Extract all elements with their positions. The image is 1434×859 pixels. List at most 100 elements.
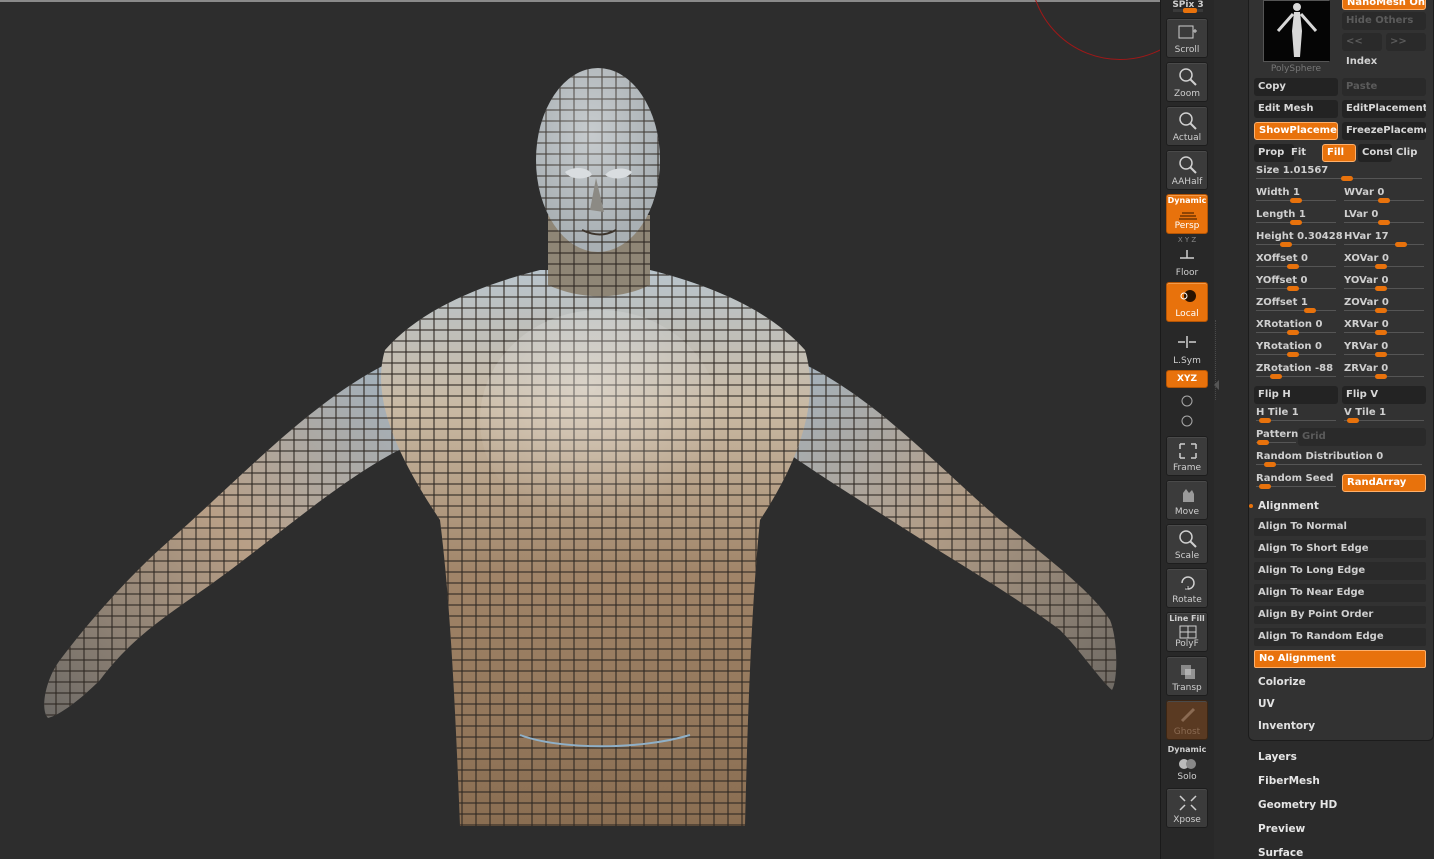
- xpose-button[interactable]: Xpose: [1166, 788, 1208, 828]
- solo-button[interactable]: Dynamic Solo: [1166, 744, 1208, 784]
- rotate-button[interactable]: Rotate: [1166, 568, 1208, 608]
- scale-button[interactable]: Scale: [1166, 524, 1208, 564]
- rotate-z-icon[interactable]: [1179, 413, 1195, 429]
- local-icon: [1180, 290, 1196, 302]
- canvas-viewport[interactable]: [0, 0, 1160, 859]
- pattern-slider[interactable]: Pattern: [1252, 428, 1300, 448]
- frame-button[interactable]: Frame: [1166, 436, 1208, 476]
- aahalf-button[interactable]: AAHalf: [1166, 150, 1208, 190]
- xrvar-slider[interactable]: XRVar 0: [1340, 318, 1426, 338]
- alignment-option[interactable]: Align By Point Order: [1254, 606, 1426, 624]
- polysphere-thumbnail[interactable]: [1263, 0, 1330, 62]
- subpalette-preview[interactable]: Preview: [1258, 823, 1428, 835]
- local-button[interactable]: Local: [1166, 282, 1208, 322]
- hvar-slider[interactable]: HVar 17: [1340, 230, 1426, 250]
- spix-slider[interactable]: [1173, 8, 1203, 13]
- alignment-option[interactable]: Align To Long Edge: [1254, 562, 1426, 580]
- lsym-button[interactable]: L.Sym: [1166, 328, 1208, 368]
- yovar-slider[interactable]: YOVar 0: [1340, 274, 1426, 294]
- collapse-arrow-icon[interactable]: [1214, 380, 1219, 390]
- v-tile-slider[interactable]: V Tile 1: [1340, 406, 1426, 426]
- xrotation-slider[interactable]: XRotation 0: [1252, 318, 1338, 338]
- zovar-label: ZOVar 0: [1344, 297, 1389, 308]
- size-slider[interactable]: Size 1.01567: [1252, 164, 1426, 184]
- next-button[interactable]: >>: [1386, 33, 1426, 51]
- yoffset-slider[interactable]: YOffset 0: [1252, 274, 1338, 294]
- inventory-section[interactable]: Inventory: [1254, 716, 1426, 736]
- v-tile-knob: [1347, 418, 1360, 423]
- subpalette-fibermesh[interactable]: FiberMesh: [1258, 775, 1428, 787]
- zoffset-slider[interactable]: ZOffset 1: [1252, 296, 1338, 316]
- alignment-option[interactable]: Align To Normal: [1254, 518, 1426, 536]
- freeze-placement-button[interactable]: FreezePlacement: [1342, 122, 1426, 140]
- zrvar-knob: [1374, 374, 1387, 379]
- alignment-section-header[interactable]: Alignment: [1249, 496, 1426, 516]
- yrotation-slider[interactable]: YRotation 0: [1252, 340, 1338, 360]
- length-knob: [1290, 220, 1302, 225]
- flip-v-button[interactable]: Flip V: [1342, 386, 1426, 404]
- uv-section[interactable]: UV: [1254, 694, 1426, 714]
- yoffset-label: YOffset 0: [1256, 275, 1308, 286]
- random-distribution-slider[interactable]: Random Distribution 0: [1252, 450, 1426, 470]
- floor-button[interactable]: Floor: [1166, 240, 1208, 280]
- no-alignment-option[interactable]: No Alignment: [1254, 650, 1426, 668]
- randarray-button[interactable]: RandArray: [1342, 474, 1426, 492]
- random-seed-knob: [1259, 484, 1272, 489]
- ghost-button[interactable]: Ghost: [1166, 700, 1208, 740]
- transp-button[interactable]: Transp: [1166, 656, 1208, 696]
- model-body: [44, 68, 1117, 826]
- show-placement-button[interactable]: ShowPlacement: [1254, 122, 1338, 140]
- zrotation-track: [1256, 376, 1336, 377]
- xoffset-slider[interactable]: XOffset 0: [1252, 252, 1338, 272]
- h-tile-slider[interactable]: H Tile 1: [1252, 406, 1338, 426]
- zoom-icon: [1179, 68, 1197, 86]
- persp-button[interactable]: Dynamic Persp: [1166, 194, 1208, 234]
- edit-placement-button[interactable]: EditPlacement: [1342, 100, 1426, 118]
- prev-button[interactable]: <<: [1342, 33, 1382, 51]
- clip-button[interactable]: Clip: [1392, 144, 1426, 162]
- height-knob: [1279, 242, 1292, 247]
- zoom-button[interactable]: Zoom: [1166, 62, 1208, 102]
- yoffset-knob: [1286, 286, 1299, 291]
- alignment-option[interactable]: Align To Short Edge: [1254, 540, 1426, 558]
- fit-button[interactable]: Fit: [1287, 144, 1321, 162]
- zrvar-slider[interactable]: ZRVar 0: [1340, 362, 1426, 382]
- wvar-slider[interactable]: WVar 0: [1340, 186, 1426, 206]
- height-slider[interactable]: Height 0.30428: [1252, 230, 1343, 250]
- random-seed-slider[interactable]: Random Seed: [1252, 472, 1338, 492]
- lsym-icon: [1178, 336, 1196, 348]
- thumbnail-label: PolySphere: [1270, 64, 1322, 74]
- polyf-button[interactable]: Line Fill PolyF: [1166, 612, 1208, 652]
- nanomesh-human-model[interactable]: [0, 0, 1160, 859]
- index-slider[interactable]: Index: [1342, 53, 1426, 71]
- subpalette-geometry-hd[interactable]: Geometry HD: [1258, 799, 1428, 811]
- panel-divider[interactable]: [1214, 0, 1248, 859]
- xyz-button[interactable]: XYZ: [1166, 370, 1208, 388]
- edit-mesh-button[interactable]: Edit Mesh: [1254, 100, 1338, 118]
- colorize-section[interactable]: Colorize: [1254, 672, 1426, 692]
- subpalette-layers[interactable]: Layers: [1258, 751, 1428, 763]
- copy-button[interactable]: Copy: [1254, 78, 1338, 96]
- rotate-y-icon[interactable]: [1179, 393, 1195, 409]
- fill-button[interactable]: Fill: [1322, 144, 1356, 162]
- alignment-option[interactable]: Align To Random Edge: [1254, 628, 1426, 646]
- scroll-button[interactable]: Scroll: [1166, 18, 1208, 58]
- zovar-slider[interactable]: ZOVar 0: [1340, 296, 1426, 316]
- xovar-slider[interactable]: XOVar 0: [1340, 252, 1426, 272]
- width-slider[interactable]: Width 1: [1252, 186, 1338, 206]
- size-knob: [1340, 176, 1353, 181]
- subpalette-surface[interactable]: Surface: [1258, 847, 1428, 859]
- const-button[interactable]: Const: [1358, 144, 1392, 162]
- pattern-value-field[interactable]: Grid: [1298, 428, 1426, 446]
- yrvar-slider[interactable]: YRVar 0: [1340, 340, 1426, 360]
- nanomesh-on-button[interactable]: NanoMesh On: [1342, 0, 1426, 10]
- hide-others-button[interactable]: Hide Others: [1342, 12, 1426, 30]
- zrotation-slider[interactable]: ZRotation -88: [1252, 362, 1338, 382]
- paste-button[interactable]: Paste: [1342, 78, 1426, 96]
- actual-button[interactable]: Actual: [1166, 106, 1208, 146]
- alignment-option[interactable]: Align To Near Edge: [1254, 584, 1426, 602]
- flip-h-button[interactable]: Flip H: [1254, 386, 1338, 404]
- move-button[interactable]: Move: [1166, 480, 1208, 520]
- length-slider[interactable]: Length 1: [1252, 208, 1338, 228]
- lvar-slider[interactable]: LVar 0: [1340, 208, 1426, 228]
